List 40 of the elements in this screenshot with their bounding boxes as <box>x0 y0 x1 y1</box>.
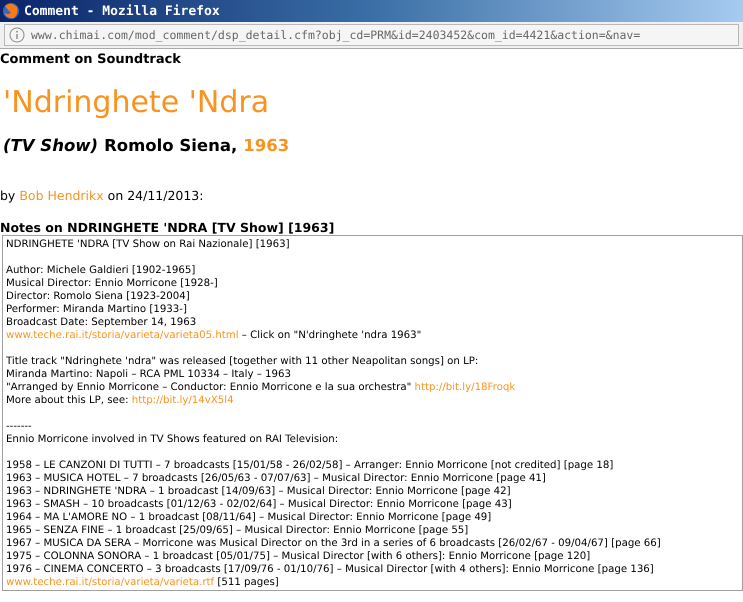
link[interactable]: http://bit.ly/14vX5l4 <box>132 395 234 406</box>
info-icon <box>9 27 25 43</box>
byline-date: on 24/11/2013: <box>108 188 204 203</box>
notes-line: 1976 – CINEMA CONCERTO – 3 broadcasts [17/09/76 - 01/10/76] – Musical Director [with 4 others]: Ennio Morricone [page 136] <box>6 563 655 576</box>
notes-line: Miranda Martino: Napoli – RCA PML 10334 – Italy – 1963 <box>6 368 292 381</box>
notes-line: www.teche.rai.it/storia/varieta/varieta05.html – Click on "N'dringhete 'ndra 1963" <box>6 329 422 342</box>
window-title: Comment - Mozilla Firefox <box>24 4 220 18</box>
notes-line: ------- <box>6 420 33 433</box>
notes-heading: Notes on NDRINGHETE 'NDRA [TV Show] [1963] <box>0 220 336 235</box>
notes-line: 1975 – COLONNA SONORA – 1 broadcast [05/01/75] – Musical Director [with 6 others]: Ennio Morricone [page 120] <box>6 550 592 563</box>
section-heading: Comment on Soundtrack <box>0 52 182 67</box>
notes-line: 1963 – SMASH – 10 broadcasts [01/12/63 - 02/02/64] – Musical Director: Ennio Morricone [page 43] <box>6 498 513 511</box>
type-label: (TV Show) <box>3 136 98 155</box>
byline-prefix: by <box>0 188 16 203</box>
browser-logo-icon <box>2 2 20 20</box>
notes-line: Musical Director: Ennio Morricone [1928-] <box>6 277 219 290</box>
notes-line: Author: Michele Galdieri [1902-1965] <box>6 264 196 277</box>
author-link[interactable]: Bob Hendrikx <box>19 188 104 203</box>
notes-line: Performer: Miranda Martino [1933-] <box>6 303 188 316</box>
year-link[interactable]: 1963 <box>243 136 290 155</box>
notes-line: More about this LP, see: http://bit.ly/14vX5l4 <box>6 394 235 407</box>
notes-line: 1963 – MUSICA HOTEL – 7 broadcasts [26/05/63 - 07/07/63] – Musical Director: Ennio Morricone [page 41] <box>6 472 547 485</box>
notes-line: NDRINGHETE 'NDRA [TV Show on Rai Nazionale] [1963] <box>6 238 291 251</box>
notes-line: www.teche.rai.it/storia/varieta/varieta.rtf [511 pages] <box>6 576 280 589</box>
notes-line: Director: Romolo Siena [1923-2004] <box>6 290 191 303</box>
notes-line: 1967 – MUSICA DA SERA – Morricone was Musical Director on the 3rd in a series of 6 broadcasts [26/02/67 - 09/04/67] [page 66] <box>6 537 662 550</box>
notes-line: Broadcast Date: September 14, 1963 <box>6 316 198 329</box>
notes-line: 1964 – MA L'AMORE NO – 1 broadcast [08/11/64] – Musical Director: Ennio Morricone [page 49] <box>6 511 492 524</box>
director-name: Romolo Siena, <box>104 136 238 155</box>
notes-line: "Arranged by Ennio Morricone – Conductor: Ennio Morricone e la sua orchestra" http://bit.ly/18Froqk <box>6 381 516 394</box>
page-title: 'Ndringhete 'Ndra <box>3 85 270 120</box>
notes-line: Title track "Ndringhete 'ndra" was released [together with 11 other Neapolitan songs] on LP: <box>6 355 480 368</box>
notes-line: Ennio Morricone involved in TV Shows featured on RAI Television: <box>6 433 340 446</box>
link[interactable]: www.teche.rai.it/storia/varieta/varieta05.html <box>6 330 239 341</box>
notes-line: 1965 – SENZA FINE – 1 broadcast [25/09/65] – Musical Director: Ennio Morricone [page 55] <box>6 524 470 537</box>
notes-line: 1963 – NDRINGHETE 'NDRA – 1 broadcast [14/09/63] – Musical Director: Ennio Morricone [page 42] <box>6 485 512 498</box>
notes-line: 1958 – LE CANZONI DI TUTTI – 7 broadcasts [15/01/58 - 26/02/58] – Arranger: Ennio Morricone [not credited] [page 18] <box>6 459 614 472</box>
link[interactable]: http://bit.ly/18Froqk <box>414 382 516 393</box>
address-bar[interactable]: www.chimai.com/mod_comment/dsp_detail.cfm?obj_cd=PRM&id=2403452&com_id=4421&action=&nav= <box>4 24 739 46</box>
link[interactable]: www.teche.rai.it/storia/varieta/varieta.rtf <box>6 577 214 588</box>
